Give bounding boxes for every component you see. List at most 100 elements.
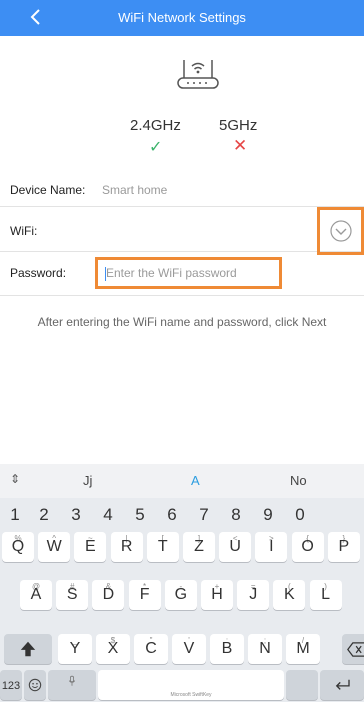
key-label: Z	[194, 538, 204, 555]
password-field-box[interactable]	[95, 257, 282, 289]
mode-key[interactable]: 123	[0, 670, 22, 700]
letter-key[interactable]: [T	[146, 532, 179, 562]
keyboard-brand-label: Microsoft SwiftKey	[170, 692, 212, 698]
letter-key[interactable]: -G	[164, 580, 197, 610]
letter-key[interactable]: & D	[92, 580, 125, 610]
password-label: Password:	[10, 266, 67, 280]
suggestion-1[interactable]: Jj	[83, 473, 92, 488]
emoji-key[interactable]	[24, 670, 46, 700]
letter-key[interactable]: < U	[219, 532, 252, 562]
check-icon: ✓	[149, 139, 163, 156]
number-key[interactable]: 0	[285, 505, 315, 525]
number-key[interactable]: 9	[253, 505, 283, 525]
key-label: C	[145, 640, 157, 657]
backspace-icon	[347, 642, 364, 657]
key-label: A	[30, 586, 42, 603]
wifi-label: WiFi:	[10, 224, 38, 238]
number-key[interactable]: 7	[189, 505, 219, 525]
punctuation-key[interactable]	[286, 670, 318, 700]
key-label: U	[229, 538, 241, 555]
number-key[interactable]: 4	[93, 505, 123, 525]
key-label: T	[157, 538, 168, 555]
letter-key[interactable]: ] Z	[183, 532, 215, 562]
band-24ghz-label: 2.4GHz	[130, 117, 181, 134]
mode-key-label: 123	[1, 680, 21, 692]
letter-key[interactable]: @ A	[20, 580, 52, 610]
wifi-dropdown-button[interactable]	[317, 207, 364, 255]
letter-key[interactable]: _ Y	[58, 634, 92, 664]
backspace-key[interactable]	[342, 634, 364, 664]
letter-key[interactable]: ~ E	[74, 532, 107, 562]
space-key[interactable]: Microsoft SwiftKey	[98, 670, 284, 700]
shift-icon	[20, 641, 36, 657]
key-label: Q	[11, 538, 25, 555]
letter-key[interactable]: } P	[327, 532, 360, 562]
cross-icon: ✕	[233, 136, 248, 155]
key-label: H	[211, 586, 223, 603]
key-label: M	[296, 640, 310, 657]
key-label: R	[120, 538, 133, 555]
router-icon	[177, 60, 219, 89]
key-label: D	[102, 586, 115, 603]
device-name-row: Device Name: Smart home	[0, 175, 364, 207]
expand-icon[interactable]: ⇕	[10, 472, 20, 486]
letter-key[interactable]: ; N	[248, 634, 282, 664]
letter-key[interactable]: :B	[210, 634, 244, 664]
device-name-value: Smart home	[102, 183, 168, 197]
key-label: G	[174, 586, 188, 603]
key-label: V	[183, 640, 195, 657]
letter-key[interactable]: $ X	[96, 634, 130, 664]
letter-key[interactable]: > I	[255, 532, 288, 562]
page-title: WiFi Network Settings	[118, 10, 246, 25]
letter-key[interactable]: + H	[201, 580, 233, 610]
soft-keyboard: ⇕ Jj A No 1234567890 % Q ^ W ~ E | R[T] Z < U > I{O}…	[0, 464, 364, 702]
key-label: B	[221, 640, 233, 657]
letter-key[interactable]: / M	[286, 634, 320, 664]
app-header: WiFi Network Settings	[0, 0, 364, 36]
chevron-down-icon	[330, 220, 352, 242]
wifi-row[interactable]: WiFi:	[0, 207, 364, 255]
letter-key[interactable]: # S	[56, 580, 89, 610]
number-key[interactable]: 8	[221, 505, 251, 525]
key-label: Y	[69, 640, 81, 657]
password-row: Password:	[0, 252, 364, 296]
letter-key[interactable]: (K	[273, 580, 306, 610]
number-key[interactable]: 6	[157, 505, 187, 525]
key-label: I	[269, 538, 274, 555]
key-label: S	[66, 586, 78, 603]
suggestion-2[interactable]: A	[191, 473, 200, 488]
enter-icon	[335, 679, 350, 690]
letter-key[interactable]: ) L	[309, 580, 342, 610]
key-label: E	[85, 538, 96, 555]
key-label: X	[107, 640, 119, 657]
number-key[interactable]: 1	[0, 505, 30, 525]
number-key[interactable]: 2	[29, 505, 59, 525]
letter-key[interactable]: " C	[134, 634, 168, 664]
shift-key[interactable]	[4, 634, 52, 664]
enter-key[interactable]	[320, 670, 364, 700]
key-label: K	[284, 586, 295, 603]
letter-key[interactable]: | R	[110, 532, 143, 562]
number-key[interactable]: 3	[61, 505, 91, 525]
letter-key[interactable]: % Q	[2, 532, 34, 562]
mic-icon	[68, 675, 76, 686]
key-label: N	[259, 640, 271, 657]
key-label: W	[46, 538, 62, 555]
letter-key[interactable]: {O	[291, 532, 324, 562]
key-label: L	[321, 586, 331, 603]
mic-key[interactable]	[48, 670, 96, 700]
band-5ghz-label: 5GHz	[219, 117, 258, 134]
letter-key[interactable]: = J	[237, 580, 270, 610]
text-caret	[105, 267, 106, 281]
suggestion-bar: ⇕ Jj A No	[0, 464, 364, 498]
emoji-icon	[28, 678, 42, 692]
letter-key[interactable]: ^ W	[38, 532, 71, 562]
number-key[interactable]: 5	[125, 505, 155, 525]
device-name-label: Device Name:	[10, 183, 86, 197]
key-label: J	[249, 586, 258, 603]
key-label: F	[139, 586, 150, 603]
letter-key[interactable]: ' V	[172, 634, 206, 664]
letter-key[interactable]: * F	[128, 580, 161, 610]
suggestion-3[interactable]: No	[290, 473, 307, 488]
password-input[interactable]	[98, 260, 279, 286]
